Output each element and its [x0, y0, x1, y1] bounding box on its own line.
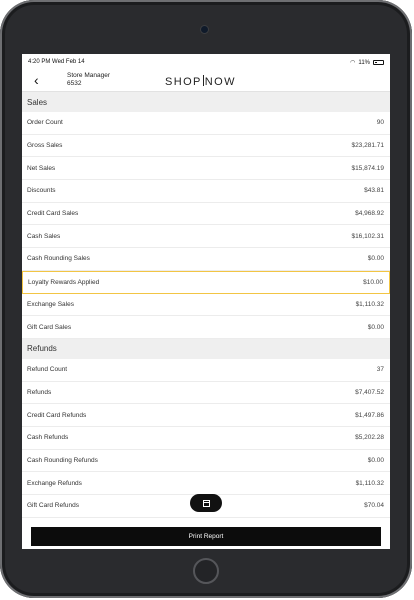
sales-row-gift-card-sales: Gift Card Sales $0.00 — [22, 316, 390, 339]
status-bar: 4:20 PM Wed Feb 14 ◠ 11% — [22, 54, 390, 70]
sales-list: Order Count 90 Gross Sales $23,281.71 Net … — [22, 112, 390, 339]
sales-row-credit-card-sales: Credit Card Sales $4,968.92 — [22, 203, 390, 226]
refunds-row-refund-count: Refund Count 37 — [22, 359, 390, 382]
logo-right: NOW — [204, 76, 236, 88]
logo-left: SHOP — [165, 76, 202, 88]
battery-icon — [373, 60, 384, 65]
sales-row-order-count: Order Count 90 — [22, 112, 390, 135]
row-label: Cash Refunds — [27, 434, 69, 442]
refunds-row-refunds: Refunds $7,407.52 — [22, 382, 390, 405]
row-label: Gross Sales — [27, 142, 63, 150]
home-button[interactable] — [193, 558, 219, 584]
row-label: Refunds — [27, 388, 52, 396]
camera — [201, 26, 208, 33]
print-report-label: Print Report — [188, 533, 224, 540]
row-value: $1,110.32 — [355, 300, 384, 308]
status-indicators: ◠ 11% — [350, 59, 384, 66]
row-value: $15,874.19 — [351, 164, 384, 172]
wifi-icon: ◠ — [350, 60, 356, 66]
row-value: $1,110.32 — [355, 479, 384, 487]
sales-row-gross-sales: Gross Sales $23,281.71 — [22, 135, 390, 158]
calendar-icon — [202, 499, 210, 507]
date-text: Wed Feb 14 — [52, 59, 85, 65]
refunds-row-cash-rounding-refunds: Cash Rounding Refunds $0.00 — [22, 450, 390, 473]
row-value: 90 — [376, 119, 384, 127]
row-label: Exchange Refunds — [27, 479, 82, 487]
row-label: Refund Count — [27, 366, 68, 374]
refunds-row-cash-refunds: Cash Refunds $5,202.28 — [22, 427, 390, 450]
row-label: Exchange Sales — [27, 300, 74, 308]
row-value: $10.00 — [363, 278, 383, 286]
sales-row-cash-sales: Cash Sales $16,102.31 — [22, 225, 390, 249]
row-value: $0.00 — [367, 323, 384, 331]
date-picker-button[interactable] — [190, 494, 222, 512]
refunds-title: Refunds — [27, 344, 57, 354]
sales-row-loyalty-rewards-applied: Loyalty Rewards Applied $10.00 — [22, 270, 390, 294]
row-value: $70.04 — [364, 502, 384, 510]
clock-text: 4:20 PM — [28, 59, 51, 65]
battery-percent: 11% — [358, 59, 370, 66]
row-label: Credit Card Sales — [27, 210, 79, 218]
row-label: Loyalty Rewards Applied — [28, 278, 100, 286]
sales-row-net-sales: Net Sales $15,874.19 — [22, 157, 390, 181]
row-value: 37 — [376, 366, 384, 374]
sales-row-cash-rounding-sales: Cash Rounding Sales $0.00 — [22, 248, 390, 271]
user-role: Store Manager — [67, 72, 110, 79]
sales-row-exchange-sales: Exchange Sales $1,110.32 — [22, 294, 390, 317]
row-label: Order Count — [27, 119, 63, 127]
row-label: Cash Rounding Refunds — [27, 456, 98, 464]
row-value: $7,407.52 — [355, 388, 384, 396]
row-label: Cash Sales — [27, 232, 61, 240]
shopnow-logo: SHOP NOW — [165, 75, 236, 88]
row-value: $23,281.71 — [351, 142, 384, 150]
row-label: Gift Card Refunds — [27, 502, 80, 510]
app-screen: 4:20 PM Wed Feb 14 ◠ 11% ‹ Store Manager… — [22, 54, 390, 549]
status-time: 4:20 PM Wed Feb 14 — [28, 59, 85, 65]
print-report-button[interactable]: Print Report — [31, 527, 381, 546]
row-value: $5,202.28 — [355, 434, 384, 442]
row-label: Net Sales — [27, 164, 56, 172]
logo-divider — [202, 75, 204, 86]
user-id: 6532 — [67, 80, 82, 87]
row-label: Discounts — [27, 187, 56, 195]
row-value: $43.81 — [364, 187, 384, 195]
row-value: $0.00 — [367, 255, 384, 263]
tablet-frame: 4:20 PM Wed Feb 14 ◠ 11% ‹ Store Manager… — [0, 0, 412, 598]
row-label: Credit Card Refunds — [27, 411, 87, 419]
row-label: Cash Rounding Sales — [27, 255, 90, 263]
sales-section-header: Sales — [22, 92, 390, 112]
row-value: $1,497.86 — [355, 411, 384, 419]
row-value: $4,968.92 — [355, 210, 384, 218]
back-chevron-icon[interactable]: ‹ — [34, 72, 39, 88]
refunds-row-exchange-refunds: Exchange Refunds $1,110.32 — [22, 472, 390, 495]
row-label: Gift Card Sales — [27, 323, 72, 331]
top-nav: ‹ Store Manager 6532 SHOP NOW — [22, 70, 390, 92]
user-info: Store Manager 6532 — [67, 72, 110, 88]
refunds-section-header: Refunds — [22, 338, 390, 359]
row-value: $0.00 — [367, 456, 384, 464]
refunds-row-credit-card-refunds: Credit Card Refunds $1,497.86 — [22, 404, 390, 427]
sales-row-discounts: Discounts $43.81 — [22, 180, 390, 203]
sales-title: Sales — [27, 97, 48, 107]
row-value: $16,102.31 — [351, 232, 384, 240]
